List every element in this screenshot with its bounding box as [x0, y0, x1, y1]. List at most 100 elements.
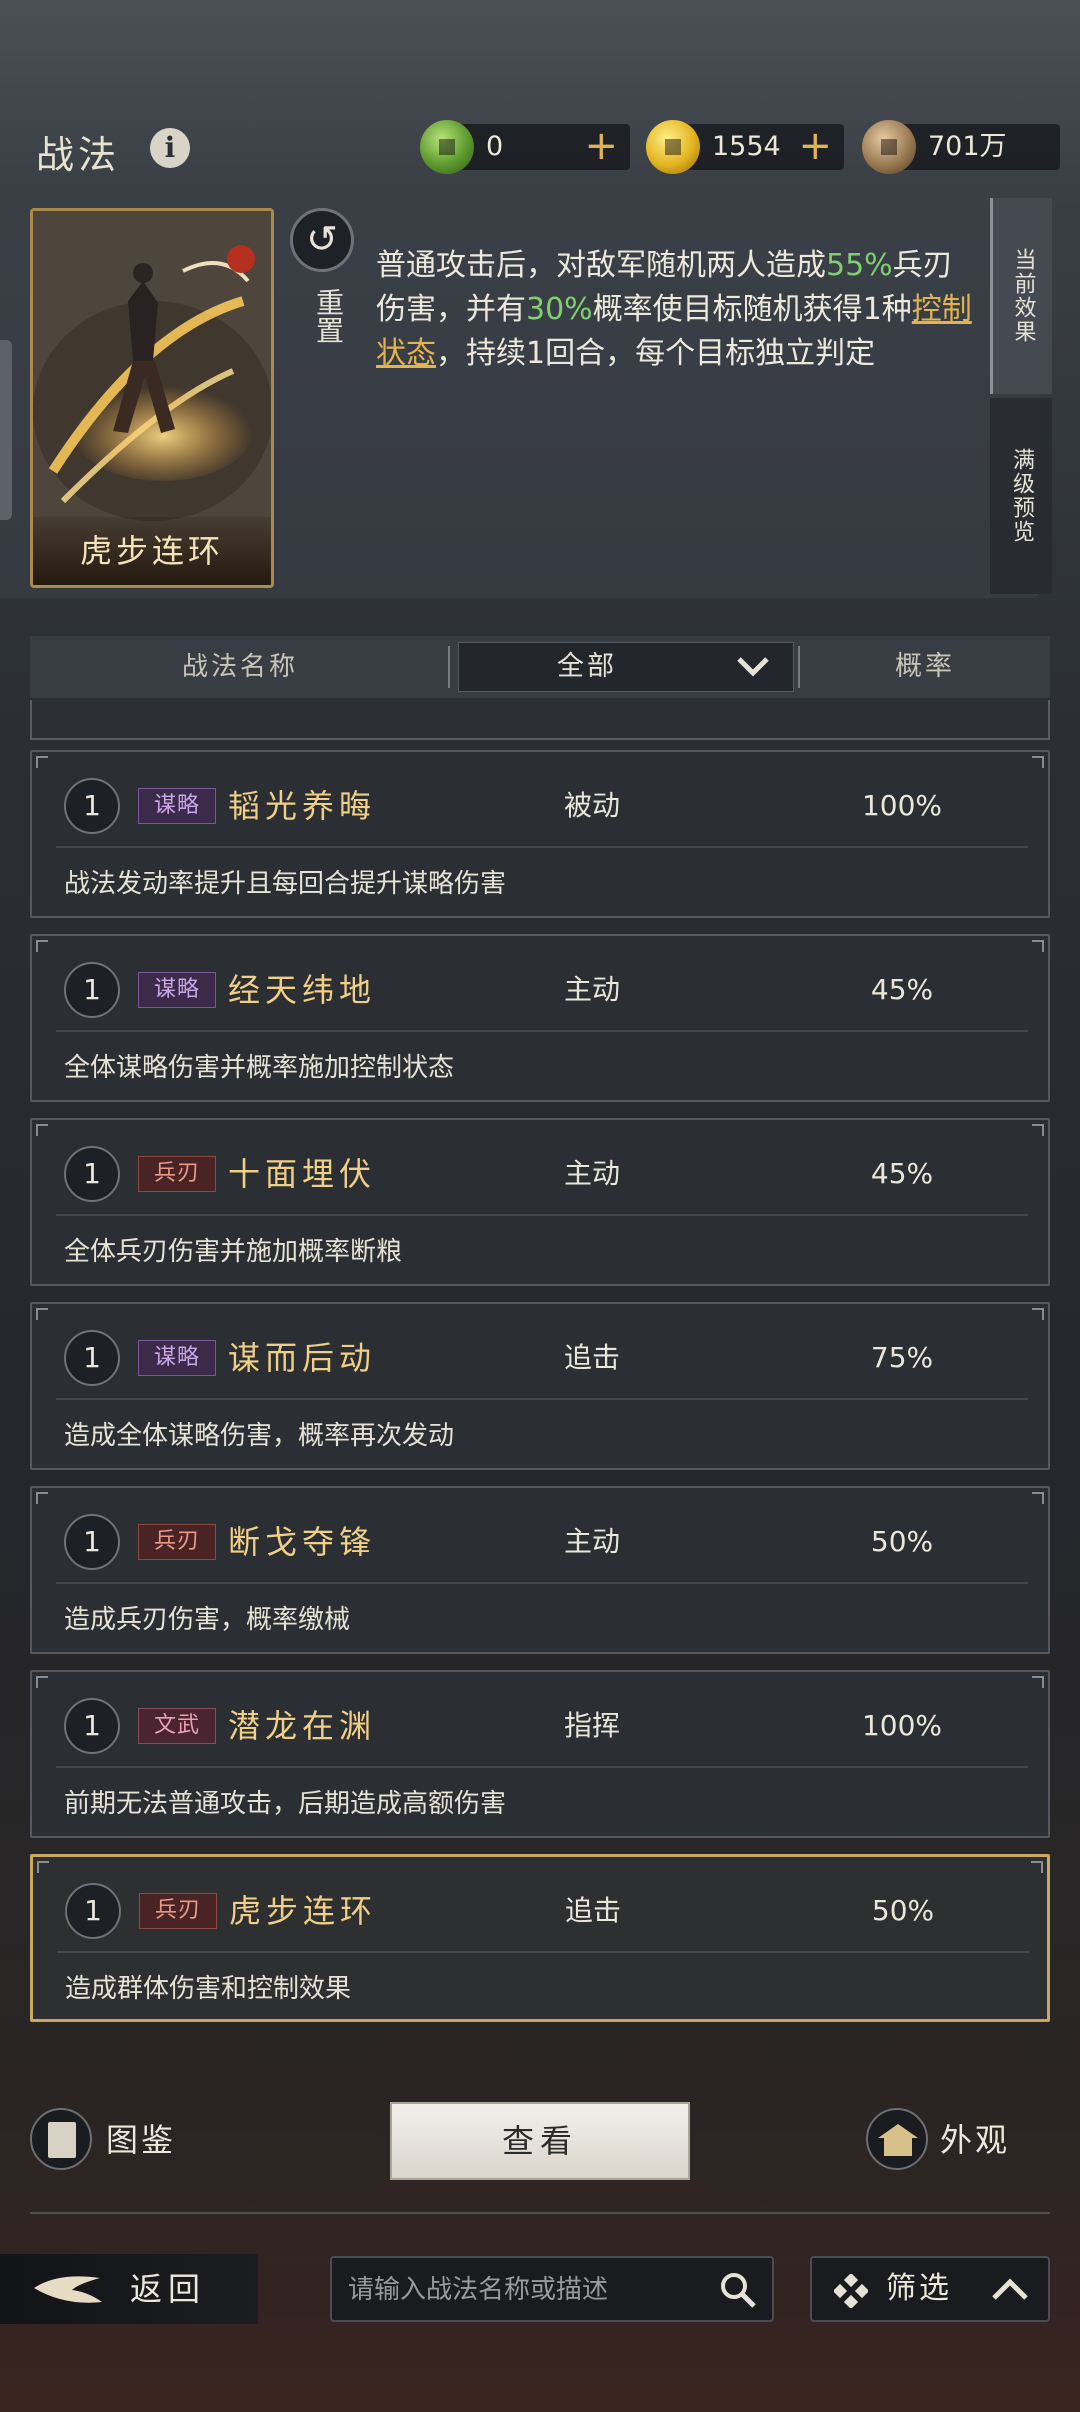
reset-button[interactable]: ↺ 重置	[290, 208, 354, 368]
currency-jade-amount: 0	[486, 131, 504, 162]
skill-row[interactable]: 1 兵刃 断戈夺锋 主动 50% 造成兵刃伤害，概率缴械	[30, 1486, 1050, 1654]
skill-type: 追击	[564, 1894, 621, 1927]
skill-type: 被动	[563, 789, 620, 822]
tab-current-effect-label: 当前效果	[1010, 248, 1036, 344]
skill-level: 1	[64, 1330, 120, 1386]
skill-name: 谋而后动	[228, 1339, 377, 1377]
skill-name: 断戈夺锋	[228, 1523, 377, 1561]
detail-side-tabs: 当前效果 满级预览	[990, 198, 1052, 594]
skill-rate: 45%	[870, 1157, 934, 1190]
filter-icon	[834, 2274, 868, 2308]
row-divider	[57, 1951, 1029, 1953]
skill-level: 1	[64, 962, 120, 1018]
info-icon[interactable]: i	[150, 128, 190, 168]
column-rate: 概率	[895, 651, 955, 682]
currency-jade: 0 +	[420, 120, 630, 174]
codex-button[interactable]: 图鉴	[30, 2108, 230, 2172]
view-button[interactable]: 查看	[390, 2102, 690, 2180]
skill-summary: 战法发动率提升且每回合提升谋略伤害	[64, 869, 507, 899]
back-button[interactable]: 返回	[0, 2254, 258, 2324]
skill-name: 韬光养晦	[228, 787, 377, 825]
skill-name: 虎步连环	[229, 1892, 378, 1930]
appearance-button[interactable]: 外观	[866, 2108, 1056, 2172]
currency-gold-amount: 1554	[712, 131, 781, 162]
pavilion-icon	[866, 2108, 928, 2170]
skill-tag: 谋略	[138, 788, 216, 824]
list-item-partial	[30, 700, 1050, 740]
skill-name: 经天纬地	[228, 971, 377, 1009]
list-header: 战法名称 全部 概率	[30, 636, 1050, 698]
skill-level: 1	[64, 1514, 120, 1570]
skill-level: 1	[64, 1146, 120, 1202]
search-box[interactable]	[330, 2256, 774, 2322]
skill-rate: 100%	[861, 789, 943, 822]
skill-card-name: 虎步连环	[33, 517, 271, 585]
skill-name: 十面埋伏	[228, 1155, 377, 1193]
skill-summary: 全体兵刃伤害并施加概率断粮	[64, 1237, 403, 1267]
skill-rate: 45%	[870, 973, 934, 1006]
add-jade-button[interactable]: +	[584, 124, 618, 170]
back-arrow-icon	[34, 2276, 102, 2303]
codex-label: 图鉴	[106, 2121, 177, 2159]
tab-current-effect[interactable]: 当前效果	[990, 198, 1052, 394]
skill-type: 指挥	[563, 1709, 620, 1742]
codex-icon	[30, 2108, 92, 2170]
currency-copper: 701万	[862, 120, 1060, 174]
skill-row[interactable]: 1 谋略 谋而后动 追击 75% 造成全体谋略伤害，概率再次发动	[30, 1302, 1050, 1470]
skill-row-selected[interactable]: 1 兵刃 虎步连环 追击 50% 造成群体伤害和控制效果	[30, 1854, 1050, 2022]
jade-coin-icon	[420, 120, 474, 174]
skill-summary: 造成全体谋略伤害，概率再次发动	[64, 1421, 455, 1451]
skill-rate: 75%	[870, 1341, 934, 1374]
skill-summary: 造成群体伤害和控制效果	[65, 1974, 352, 2004]
side-handle[interactable]	[0, 340, 12, 520]
row-divider	[56, 1398, 1028, 1400]
desc-text: ，持续1回合，每个目标独立判定	[436, 336, 876, 371]
tab-max-preview[interactable]: 满级预览	[990, 398, 1052, 594]
copper-coin-icon	[862, 120, 916, 174]
row-divider	[56, 1214, 1028, 1216]
skill-description: 普通攻击后，对敌军随机两人造成55%兵刃伤害，并有30%概率使目标随机获得1种控…	[376, 244, 976, 376]
divider	[30, 2212, 1050, 2214]
skill-tag: 兵刃	[138, 1156, 216, 1192]
skill-level: 1	[65, 1883, 121, 1939]
top-bar: 战法 i 0 + 1554 + 701万	[0, 110, 1080, 190]
category-dropdown[interactable]: 全部	[458, 642, 794, 692]
skill-row[interactable]: 1 文武 潜龙在渊 指挥 100% 前期无法普通攻击，后期造成高额伤害	[30, 1670, 1050, 1838]
tab-max-preview-label: 满级预览	[1009, 448, 1034, 544]
appearance-label: 外观	[940, 2121, 1011, 2159]
desc-chance-pct: 30%	[526, 292, 593, 327]
skill-card[interactable]: 虎步连环	[30, 208, 274, 588]
back-label: 返回	[130, 2270, 207, 2308]
row-divider	[56, 1582, 1028, 1584]
reset-icon: ↺	[290, 208, 354, 272]
skill-rate: 100%	[861, 1709, 943, 1742]
search-input[interactable]	[348, 2266, 708, 2314]
desc-text: 普通攻击后，对敌军随机两人造成	[376, 248, 826, 283]
gold-coin-icon	[646, 120, 700, 174]
skill-tag: 谋略	[138, 972, 216, 1008]
skill-row[interactable]: 1 谋略 经天纬地 主动 45% 全体谋略伤害并概率施加控制状态	[30, 934, 1050, 1102]
add-gold-button[interactable]: +	[798, 124, 832, 170]
skill-summary: 造成兵刃伤害，概率缴械	[64, 1605, 351, 1635]
skill-summary: 前期无法普通攻击，后期造成高额伤害	[64, 1789, 507, 1819]
skill-tag: 文武	[138, 1708, 216, 1744]
skill-tag: 兵刃	[138, 1524, 216, 1560]
skill-rate: 50%	[870, 1525, 934, 1558]
skill-name: 潜龙在渊	[228, 1707, 377, 1745]
desc-text: 概率使目标随机获得1种	[592, 292, 912, 327]
chevron-up-icon	[992, 2278, 1028, 2300]
skill-type: 主动	[563, 1525, 620, 1558]
skill-row[interactable]: 1 谋略 韬光养晦 被动 100% 战法发动率提升且每回合提升谋略伤害	[30, 750, 1050, 918]
skill-row[interactable]: 1 兵刃 十面埋伏 主动 45% 全体兵刃伤害并施加概率断粮	[30, 1118, 1050, 1286]
skill-list[interactable]: 1 谋略 韬光养晦 被动 100% 战法发动率提升且每回合提升谋略伤害 1 谋略…	[30, 700, 1050, 2040]
skill-summary: 全体谋略伤害并概率施加控制状态	[64, 1053, 455, 1083]
skill-tag: 兵刃	[139, 1893, 217, 1929]
row-divider	[56, 1030, 1028, 1032]
chevron-down-icon	[737, 657, 769, 677]
currency-gold: 1554 +	[646, 120, 844, 174]
skill-tag: 谋略	[138, 1340, 216, 1376]
filter-button[interactable]: 筛选	[810, 2256, 1050, 2322]
search-icon[interactable]	[718, 2270, 758, 2310]
page-title: 战法	[36, 133, 121, 177]
skill-type: 追击	[563, 1341, 620, 1374]
